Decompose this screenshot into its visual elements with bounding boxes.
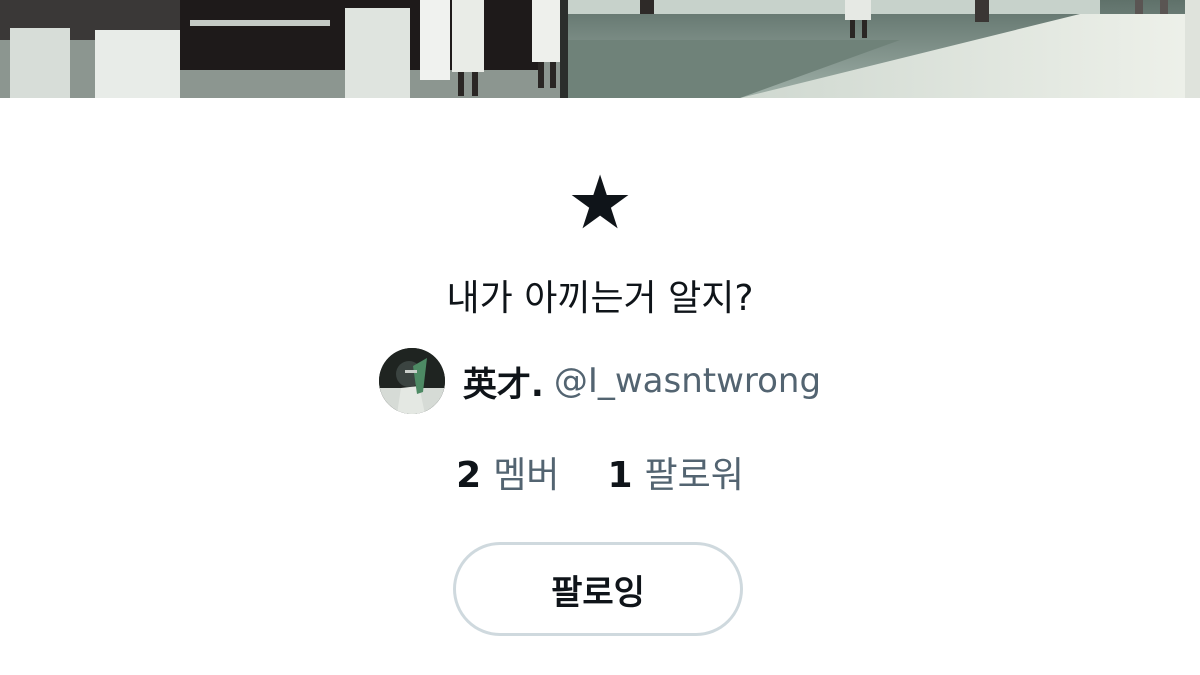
avatar[interactable]	[378, 348, 445, 414]
followers-stat[interactable]: 1 팔로워	[607, 446, 743, 498]
list-stats: 2 멤버 1 팔로워	[0, 448, 1200, 496]
list-detail-page: ★ 내가 아끼는거 알지? 英才. @I_wasntwrong 2 멤버 1 팔…	[0, 0, 1200, 675]
members-count: 2	[456, 455, 482, 496]
owner-handle[interactable]: @I_wasntwrong	[554, 361, 821, 401]
members-stat[interactable]: 2 멤버	[456, 446, 559, 498]
following-button[interactable]: 팔로잉	[453, 542, 743, 636]
followers-count: 1	[607, 455, 633, 496]
list-banner-image	[0, 0, 1200, 98]
followers-label: 팔로워	[644, 455, 744, 496]
list-header: ★ 내가 아끼는거 알지? 英才. @I_wasntwrong 2 멤버 1 팔…	[0, 98, 1200, 675]
owner-display-name[interactable]: 英才.	[463, 357, 544, 406]
list-owner[interactable]: 英才. @I_wasntwrong	[0, 348, 1200, 414]
list-title: 내가 아끼는거 알지?	[446, 278, 754, 319]
star-icon: ★	[566, 160, 634, 246]
members-label: 멤버	[493, 455, 560, 496]
